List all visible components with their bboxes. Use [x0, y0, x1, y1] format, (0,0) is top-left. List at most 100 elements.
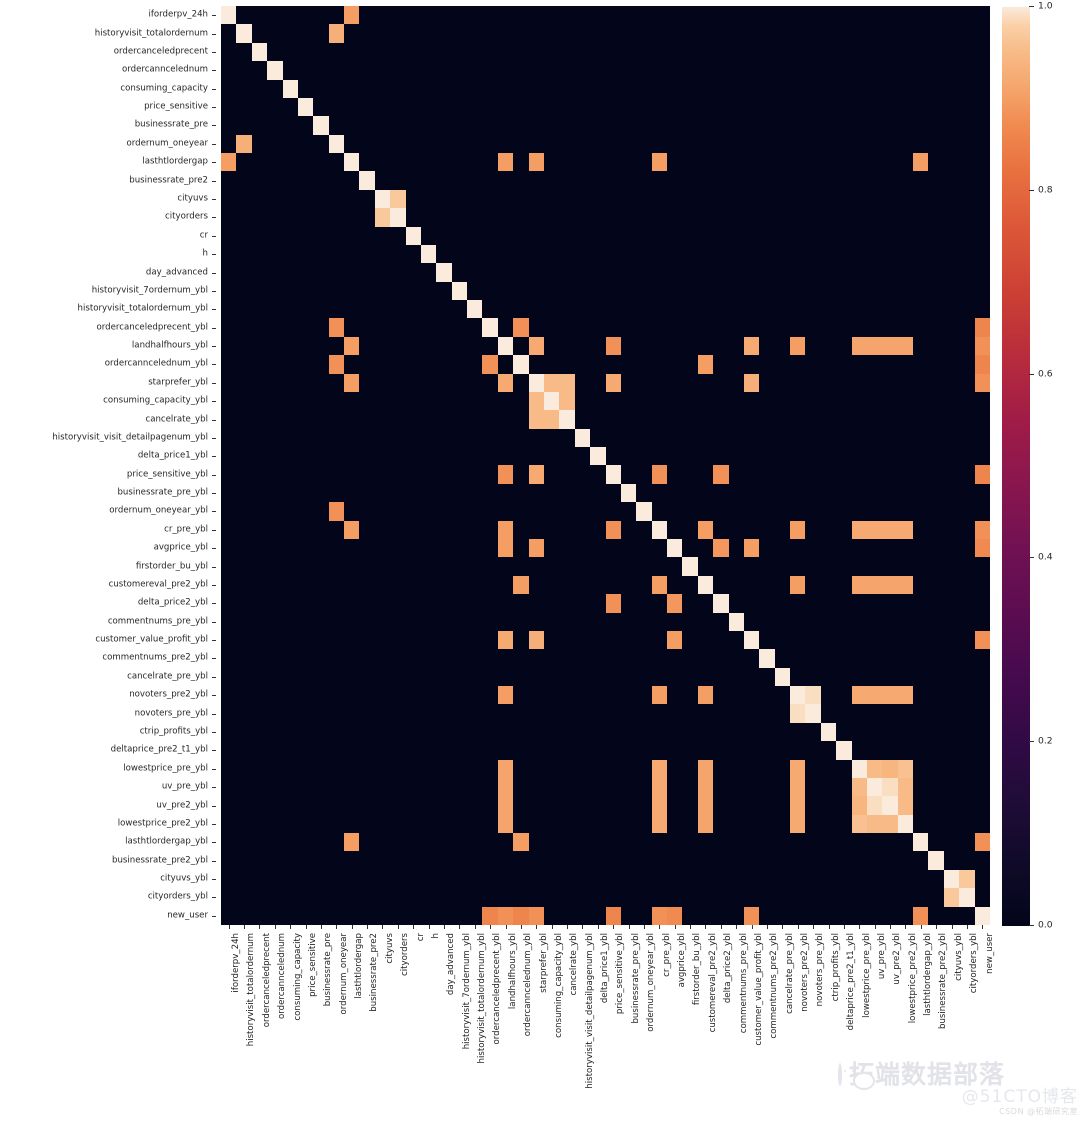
heatmap-cell[interactable] [866, 722, 883, 742]
heatmap-cell[interactable] [513, 777, 529, 797]
heatmap-cell[interactable] [267, 391, 283, 411]
heatmap-cell[interactable] [344, 373, 360, 392]
heatmap-cell[interactable] [559, 667, 575, 687]
heatmap-cell[interactable] [282, 336, 298, 356]
heatmap-cell[interactable] [467, 281, 483, 301]
heatmap-cell[interactable] [221, 208, 237, 227]
heatmap-cell[interactable] [528, 208, 544, 227]
heatmap-cell[interactable] [374, 649, 391, 668]
heatmap-cell[interactable] [959, 97, 975, 117]
heatmap-cell[interactable] [928, 575, 944, 595]
heatmap-cell[interactable] [790, 428, 806, 448]
heatmap-cell[interactable] [790, 97, 806, 117]
heatmap-cell[interactable] [344, 447, 360, 466]
heatmap-cell[interactable] [713, 722, 729, 742]
heatmap-cell[interactable] [851, 741, 867, 760]
heatmap-cell[interactable] [882, 520, 898, 540]
heatmap-cell[interactable] [697, 281, 714, 301]
heatmap-cell[interactable] [267, 281, 283, 301]
heatmap-cell[interactable] [528, 189, 544, 209]
heatmap-cell[interactable] [590, 612, 606, 631]
heatmap-cell[interactable] [328, 502, 345, 521]
heatmap-cell[interactable] [559, 851, 575, 870]
heatmap-cell[interactable] [482, 61, 498, 80]
heatmap-cell[interactable] [943, 116, 960, 135]
heatmap-cell[interactable] [482, 6, 498, 25]
heatmap-cell[interactable] [882, 189, 898, 209]
heatmap-cell[interactable] [851, 189, 867, 209]
heatmap-cell[interactable] [959, 336, 975, 356]
heatmap-cell[interactable] [682, 24, 698, 43]
heatmap-cell[interactable] [651, 42, 668, 62]
heatmap-cell[interactable] [774, 318, 791, 337]
heatmap-cell[interactable] [636, 244, 652, 264]
heatmap-cell[interactable] [267, 410, 283, 429]
heatmap-cell[interactable] [590, 869, 606, 889]
heatmap-cell[interactable] [543, 502, 560, 521]
heatmap-cell[interactable] [467, 667, 483, 687]
heatmap-cell[interactable] [590, 410, 606, 429]
heatmap-cell[interactable] [759, 6, 775, 25]
heatmap-cell[interactable] [482, 318, 498, 337]
heatmap-cell[interactable] [374, 61, 391, 80]
heatmap-cell[interactable] [359, 208, 375, 227]
heatmap-cell[interactable] [282, 686, 298, 705]
heatmap-cell[interactable] [774, 391, 791, 411]
heatmap-cell[interactable] [728, 741, 744, 760]
heatmap-cell[interactable] [667, 116, 683, 135]
heatmap-cell[interactable] [590, 630, 606, 650]
heatmap-cell[interactable] [897, 612, 914, 631]
heatmap-cell[interactable] [297, 79, 314, 98]
heatmap-cell[interactable] [605, 906, 621, 925]
heatmap-cell[interactable] [236, 447, 252, 466]
heatmap-cell[interactable] [636, 263, 652, 282]
heatmap-cell[interactable] [236, 759, 252, 778]
heatmap-cell[interactable] [374, 226, 391, 245]
heatmap-cell[interactable] [759, 704, 775, 723]
heatmap-cell[interactable] [959, 851, 975, 870]
heatmap-cell[interactable] [251, 134, 268, 154]
heatmap-cell[interactable] [236, 630, 252, 650]
heatmap-cell[interactable] [866, 888, 883, 907]
heatmap-cell[interactable] [636, 189, 652, 209]
heatmap-cell[interactable] [221, 428, 237, 448]
heatmap-cell[interactable] [328, 244, 345, 264]
heatmap-cell[interactable] [467, 153, 483, 172]
heatmap-cell[interactable] [236, 869, 252, 889]
heatmap-cell[interactable] [774, 373, 791, 392]
heatmap-cell[interactable] [743, 300, 760, 319]
heatmap-cell[interactable] [297, 630, 314, 650]
heatmap-cell[interactable] [974, 796, 990, 815]
heatmap-cell[interactable] [467, 318, 483, 337]
heatmap-cell[interactable] [590, 851, 606, 870]
heatmap-cell[interactable] [482, 594, 498, 613]
heatmap-cell[interactable] [236, 189, 252, 209]
heatmap-cell[interactable] [697, 575, 714, 595]
heatmap-cell[interactable] [928, 6, 944, 25]
heatmap-cell[interactable] [221, 704, 237, 723]
heatmap-cell[interactable] [590, 539, 606, 558]
heatmap-cell[interactable] [805, 869, 821, 889]
heatmap-cell[interactable] [267, 796, 283, 815]
heatmap-cell[interactable] [667, 281, 683, 301]
heatmap-cell[interactable] [651, 906, 668, 925]
heatmap-cell[interactable] [436, 281, 452, 301]
heatmap-cell[interactable] [651, 336, 668, 356]
heatmap-cell[interactable] [667, 539, 683, 558]
heatmap-cell[interactable] [651, 465, 668, 484]
heatmap-cell[interactable] [282, 520, 298, 540]
heatmap-cell[interactable] [282, 796, 298, 815]
heatmap-cell[interactable] [774, 336, 791, 356]
heatmap-cell[interactable] [482, 336, 498, 356]
heatmap-cell[interactable] [759, 649, 775, 668]
heatmap-cell[interactable] [559, 61, 575, 80]
heatmap-cell[interactable] [928, 61, 944, 80]
heatmap-cell[interactable] [667, 686, 683, 705]
heatmap-cell[interactable] [405, 594, 421, 613]
heatmap-cell[interactable] [682, 336, 698, 356]
heatmap-cell[interactable] [836, 630, 852, 650]
heatmap-cell[interactable] [790, 24, 806, 43]
heatmap-cell[interactable] [374, 281, 391, 301]
heatmap-cell[interactable] [436, 226, 452, 245]
heatmap-cell[interactable] [682, 796, 698, 815]
